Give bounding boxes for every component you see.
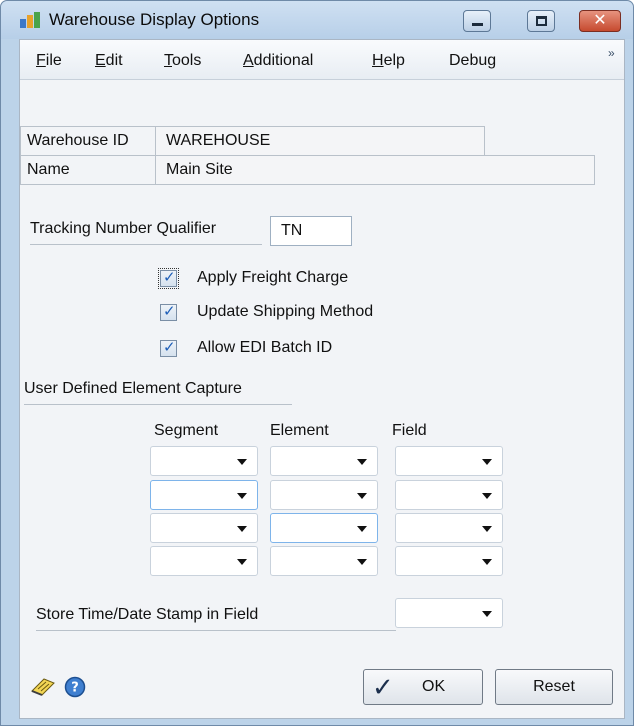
maximize-icon <box>536 16 547 26</box>
menu-debug[interactable]: Debug <box>449 52 496 70</box>
timestamp-field-label: Store Time/Date Stamp in Field <box>36 606 396 631</box>
chevron-down-icon <box>357 493 367 499</box>
chevron-down-icon <box>237 526 247 532</box>
ok-button[interactable]: ✓ OK <box>363 669 483 705</box>
column-header-segment: Segment <box>154 422 219 439</box>
checkbox-box[interactable]: ✓ <box>160 338 177 357</box>
checkbox-label: Update Shipping Method <box>197 303 374 320</box>
name-label: Name <box>20 155 156 185</box>
apply-freight-charge-checkbox[interactable]: ✓ Apply Freight Charge <box>158 267 349 289</box>
dialog-body: File Edit Tools Additional Help Debug » … <box>19 39 625 719</box>
check-mark-icon: ✓ <box>163 302 176 320</box>
app-icon <box>20 12 40 28</box>
chevron-down-icon <box>482 493 492 499</box>
element-dropdown-4[interactable] <box>270 546 378 576</box>
checkbox-box[interactable]: ✓ <box>158 267 179 289</box>
chevron-down-icon <box>357 459 367 465</box>
allow-edi-batch-id-checkbox[interactable]: ✓ Allow EDI Batch ID <box>160 338 332 358</box>
menu-tools[interactable]: Tools <box>164 52 201 70</box>
check-mark-icon: ✓ <box>163 338 176 356</box>
maximize-button[interactable] <box>527 10 555 32</box>
segment-dropdown-2[interactable] <box>150 480 258 510</box>
dialog-window: Warehouse Display Options ✕ File Edit To… <box>0 0 634 726</box>
update-shipping-method-checkbox[interactable]: ✓ Update Shipping Method <box>160 302 373 322</box>
element-dropdown-3[interactable] <box>270 513 378 543</box>
field-dropdown-3[interactable] <box>395 513 503 543</box>
checkbox-label: Allow EDI Batch ID <box>197 339 333 356</box>
close-button[interactable]: ✕ <box>579 10 621 32</box>
menu-additional[interactable]: Additional <box>243 52 313 70</box>
chevron-down-icon <box>482 611 492 617</box>
menu-file[interactable]: File <box>36 52 62 70</box>
chevron-down-icon <box>482 459 492 465</box>
segment-dropdown-3[interactable] <box>150 513 258 543</box>
name-value: Main Site <box>155 155 595 185</box>
chevron-down-icon <box>357 559 367 565</box>
chevron-down-icon <box>357 526 367 532</box>
column-header-element: Element <box>270 422 329 439</box>
warehouse-id-label: Warehouse ID <box>20 126 156 156</box>
svg-text:?: ? <box>71 681 79 696</box>
element-dropdown-1[interactable] <box>270 446 378 476</box>
field-dropdown-2[interactable] <box>395 480 503 510</box>
element-dropdown-2[interactable] <box>270 480 378 510</box>
chevron-down-icon <box>482 559 492 565</box>
timestamp-field-dropdown[interactable] <box>395 598 503 628</box>
checkbox-label: Apply Freight Charge <box>197 269 349 286</box>
notes-icon[interactable] <box>30 677 56 697</box>
window-title: Warehouse Display Options <box>49 10 260 29</box>
column-header-field: Field <box>392 422 427 439</box>
menu-help[interactable]: Help <box>372 52 405 70</box>
chevron-down-icon <box>237 559 247 565</box>
segment-dropdown-4[interactable] <box>150 546 258 576</box>
menu-edit[interactable]: Edit <box>95 52 123 70</box>
check-mark-icon: ✓ <box>163 268 176 286</box>
field-dropdown-1[interactable] <box>395 446 503 476</box>
reset-button-label: Reset <box>533 678 575 695</box>
chevron-down-icon <box>482 526 492 532</box>
user-defined-section-label: User Defined Element Capture <box>24 380 292 405</box>
checkbox-box[interactable]: ✓ <box>160 302 177 321</box>
minimize-button[interactable] <box>463 10 491 32</box>
close-icon: ✕ <box>593 12 607 29</box>
title-bar[interactable]: Warehouse Display Options ✕ <box>1 1 633 39</box>
help-icon[interactable]: ? <box>64 676 86 698</box>
tracking-qualifier-label: Tracking Number Qualifier <box>30 220 262 245</box>
tracking-qualifier-input[interactable]: TN <box>270 216 352 246</box>
checkmark-icon: ✓ <box>372 672 394 702</box>
segment-dropdown-1[interactable] <box>150 446 258 476</box>
reset-button[interactable]: Reset <box>495 669 613 705</box>
ok-button-label: OK <box>422 678 446 695</box>
field-dropdown-4[interactable] <box>395 546 503 576</box>
chevron-down-icon <box>237 493 247 499</box>
minimize-icon <box>472 23 483 26</box>
menu-bar: File Edit Tools Additional Help Debug » <box>20 40 624 80</box>
chevron-down-icon <box>237 459 247 465</box>
warehouse-id-value: WAREHOUSE <box>155 126 485 156</box>
menu-overflow-icon[interactable]: » <box>608 46 615 60</box>
